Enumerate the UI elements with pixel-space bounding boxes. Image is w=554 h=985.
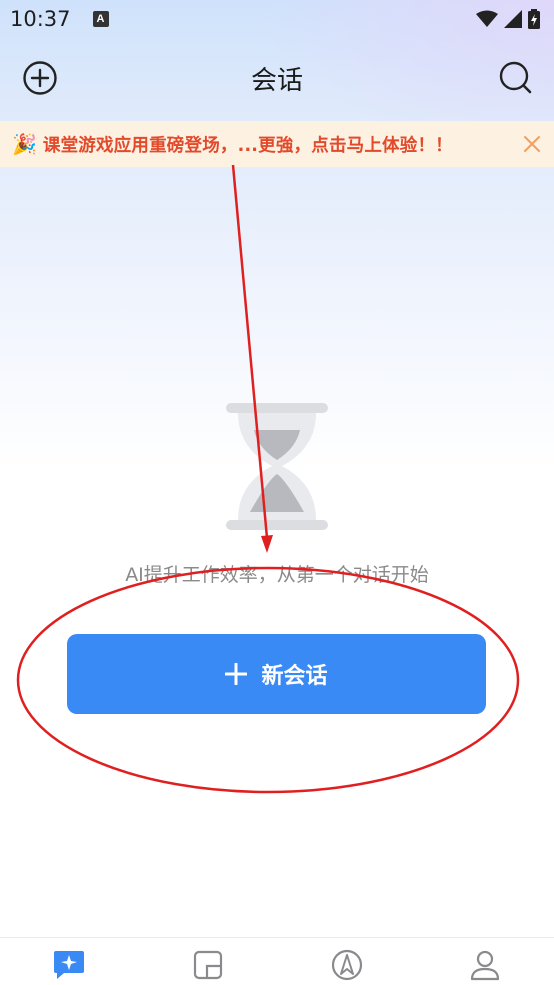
annotation-arrow-head: [261, 535, 273, 553]
search-icon[interactable]: [498, 60, 534, 96]
wifi-icon: [476, 10, 498, 27]
new-chat-label: 新会话: [261, 664, 328, 689]
close-icon[interactable]: [520, 132, 544, 156]
status-icons: [476, 9, 540, 29]
status-time: 10:37: [10, 7, 71, 31]
profile-icon[interactable]: [468, 948, 502, 982]
party-popper-icon: 🎉: [12, 132, 37, 156]
status-bar: 10:37 A: [0, 0, 554, 38]
signal-icon: [504, 10, 522, 28]
compass-icon[interactable]: [330, 948, 364, 982]
bottom-nav: [0, 937, 554, 985]
notification-a-icon: A: [92, 11, 109, 27]
promo-banner[interactable]: 🎉 课堂游戏应用重磅登场，...更強，点击马上体验！！: [0, 121, 554, 167]
page-title: 会话: [250, 65, 303, 96]
hourglass-icon: [226, 403, 328, 530]
promo-banner-text[interactable]: 课堂游戏应用重磅登场，...更強，点击马上体验！！: [43, 132, 453, 157]
add-circle-icon[interactable]: [22, 60, 58, 96]
plus-icon: [225, 663, 248, 685]
new-chat-button[interactable]: 新会话: [67, 634, 486, 714]
app-header: 会话: [0, 48, 554, 108]
battery-icon: [528, 9, 540, 29]
empty-state-message: AI提升工作效率，从第一个对话开始: [125, 564, 429, 586]
notes-icon[interactable]: [191, 948, 225, 982]
chat-sparkle-icon[interactable]: [52, 948, 86, 982]
